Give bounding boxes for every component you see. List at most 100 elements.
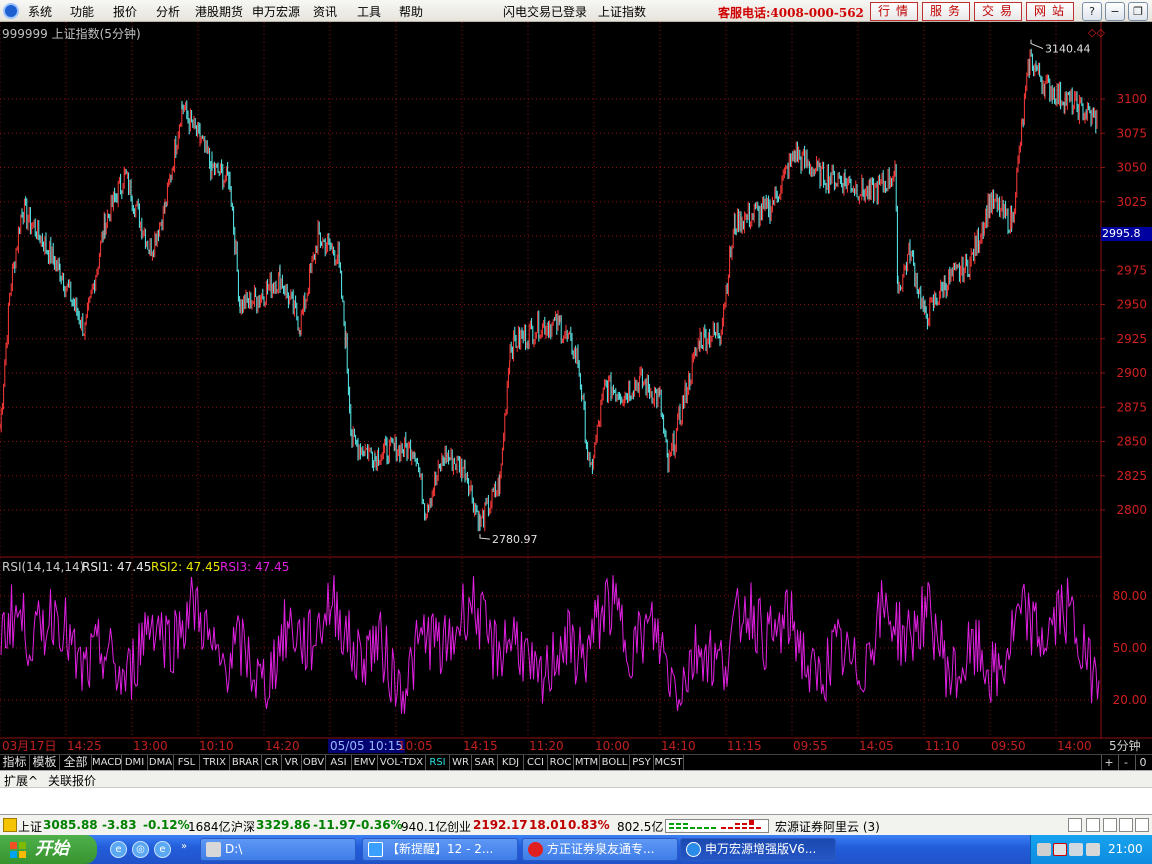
website-button[interactable]: 网站 <box>1026 2 1074 21</box>
server-name[interactable]: 宏源证券阿里云 (3) <box>775 818 880 835</box>
indicator-tab-kdj[interactable]: KDJ <box>498 755 524 770</box>
hs-index-value: 3329.86 <box>256 818 311 832</box>
market-button[interactable]: 行情 <box>870 2 918 21</box>
menu-swhy[interactable]: 申万宏源 <box>252 3 300 20</box>
hotline-text: 客服电话:4008-000-562 <box>718 6 864 20</box>
restore-button[interactable]: ❐ <box>1128 2 1148 21</box>
time-label: 14:00 <box>1057 739 1092 753</box>
indicator-tab-vr[interactable]: VR <box>282 755 302 770</box>
breadth-bar <box>749 820 754 825</box>
price-tick-label: 2975 <box>1116 263 1147 277</box>
indicator-tab-emv[interactable]: EMV <box>352 755 378 770</box>
period-selector[interactable]: 5分钟 <box>1109 739 1141 753</box>
ie-icon[interactable]: e <box>110 841 127 858</box>
indicator-tab-全部[interactable]: 全部 <box>60 755 92 770</box>
indicator-tab-obv[interactable]: OBV <box>302 755 326 770</box>
indicator-tab-cr[interactable]: CR <box>262 755 282 770</box>
menu-function[interactable]: 功能 <box>70 3 94 20</box>
window-icon[interactable] <box>1068 818 1082 832</box>
task-reminder[interactable]: 【新提醒】12 - 2... <box>362 838 518 861</box>
indicator-tab-roc[interactable]: ROC <box>548 755 574 770</box>
indicator-tab-bar: 指标 模板 全部 MACD DMI DMA FSL TRIX BRAR CR VR OBV ASI EMV… <box>0 754 1152 770</box>
founder-app-icon <box>528 842 543 857</box>
rsi-tick-label: 20.00 <box>1113 693 1147 707</box>
time-label: 09:50 <box>991 739 1026 753</box>
lock-icon[interactable] <box>1119 818 1133 832</box>
time-label: 09:55 <box>793 739 828 753</box>
hs-index-name[interactable]: 沪深 <box>231 818 255 835</box>
time-label: 10:10 <box>199 739 234 753</box>
browser-icon[interactable]: e <box>154 841 171 858</box>
task-explorer[interactable]: D:\ <box>200 838 356 861</box>
menu-help[interactable]: 帮助 <box>399 3 423 20</box>
breadth-bar <box>742 823 747 825</box>
sh-index-change: -3.83 <box>102 818 137 832</box>
indicator-tab-vol-tdx[interactable]: VOL-TDX <box>378 755 426 770</box>
antivirus-icon[interactable] <box>1053 843 1067 856</box>
breadth-bar <box>704 827 709 829</box>
indicator-tab-trix[interactable]: TRIX <box>200 755 230 770</box>
indicator-tab-wr[interactable]: WR <box>450 755 472 770</box>
keyboard-icon[interactable] <box>1037 843 1051 856</box>
indicator-tab-模板[interactable]: 模板 <box>30 755 60 770</box>
kline-chart[interactable]: 3100 3075 3050 3025 2975 2950 2925 2900 2875 2850… <box>0 22 1152 739</box>
sh-index-value: 3085.88 <box>43 818 98 832</box>
breadth-bars <box>669 820 761 829</box>
trade-button[interactable]: 交易 <box>974 2 1022 21</box>
menu-system[interactable]: 系统 <box>28 3 52 20</box>
indicator-tab-指标[interactable]: 指标 <box>0 755 30 770</box>
signal-icon[interactable] <box>1086 818 1100 832</box>
high-marker <box>1030 39 1044 50</box>
indicator-tab-macd[interactable]: MACD <box>92 755 122 770</box>
breadth-bar <box>756 827 761 829</box>
indicator-tab-mtm[interactable]: MTM <box>574 755 600 770</box>
start-label: 开始 <box>35 839 69 859</box>
time-label: 14:20 <box>265 739 300 753</box>
menu-analysis[interactable]: 分析 <box>156 3 180 20</box>
indicator-tab-fsl[interactable]: FSL <box>174 755 200 770</box>
task-founder[interactable]: 方正证券泉友通专... <box>522 838 678 861</box>
indicator-tab-dmi[interactable]: DMI <box>122 755 148 770</box>
tab-control-zero[interactable]: 0 <box>1135 755 1150 770</box>
rsi3-value: RSI3: 47.45 <box>220 560 290 574</box>
indicator-tab-mcst[interactable]: MCST <box>654 755 684 770</box>
indicator-tab-cci[interactable]: CCI <box>524 755 548 770</box>
settings-icon[interactable] <box>1135 818 1149 832</box>
help-window-button[interactable]: ? <box>1082 2 1102 21</box>
breadth-bar <box>735 827 740 829</box>
chart-area[interactable]: 3100 3075 3050 3025 2975 2950 2925 2900 2875 2850… <box>0 22 1152 739</box>
cy-index-change: 18.01 <box>529 818 567 832</box>
chevron-right-icon[interactable]: » <box>181 841 187 852</box>
indicator-tab-rsi[interactable]: RSI <box>426 755 450 770</box>
browser-task-icon <box>368 842 383 857</box>
price-tick-label: 2900 <box>1116 366 1147 380</box>
network-icon[interactable] <box>1069 843 1083 856</box>
indicator-tab-dma[interactable]: DMA <box>148 755 174 770</box>
indicator-tab-asi[interactable]: ASI <box>326 755 352 770</box>
cy-index-pct: 0.83% <box>568 818 610 832</box>
cy-index-name[interactable]: 创业 <box>447 818 471 835</box>
menu-info[interactable]: 资讯 <box>313 3 337 20</box>
rsi-line <box>0 575 1100 714</box>
minimize-button[interactable]: − <box>1105 2 1125 21</box>
task-label: 方正证券泉友通专... <box>547 842 655 856</box>
time-label: 11:15 <box>727 739 762 753</box>
indicator-tab-brar[interactable]: BRAR <box>230 755 262 770</box>
menu-tools[interactable]: 工具 <box>357 3 381 20</box>
antenna-icon[interactable] <box>1103 818 1117 832</box>
index-status-bar: 上证 3085.88 -3.83 -0.12% 1684亿 沪深 3329.86… <box>0 814 1152 835</box>
quicklaunch-icon[interactable]: ◎ <box>132 841 149 858</box>
task-swhy[interactable]: 申万宏源增强版V6... <box>680 838 836 861</box>
sh-index-name[interactable]: 上证 <box>18 818 42 835</box>
swhy-app-icon <box>686 842 701 857</box>
tab-control-minus[interactable]: - <box>1118 755 1133 770</box>
menu-hk-futures[interactable]: 港股期货 <box>195 3 243 20</box>
indicator-tab-boll[interactable]: BOLL <box>600 755 630 770</box>
menu-quote[interactable]: 报价 <box>113 3 137 20</box>
indicator-tab-sar[interactable]: SAR <box>472 755 498 770</box>
start-button[interactable]: 开始 <box>0 835 97 864</box>
indicator-tab-psy[interactable]: PSY <box>630 755 654 770</box>
tab-control-plus[interactable]: + <box>1101 755 1116 770</box>
service-button[interactable]: 服务 <box>922 2 970 21</box>
volume-icon[interactable] <box>1086 843 1100 856</box>
